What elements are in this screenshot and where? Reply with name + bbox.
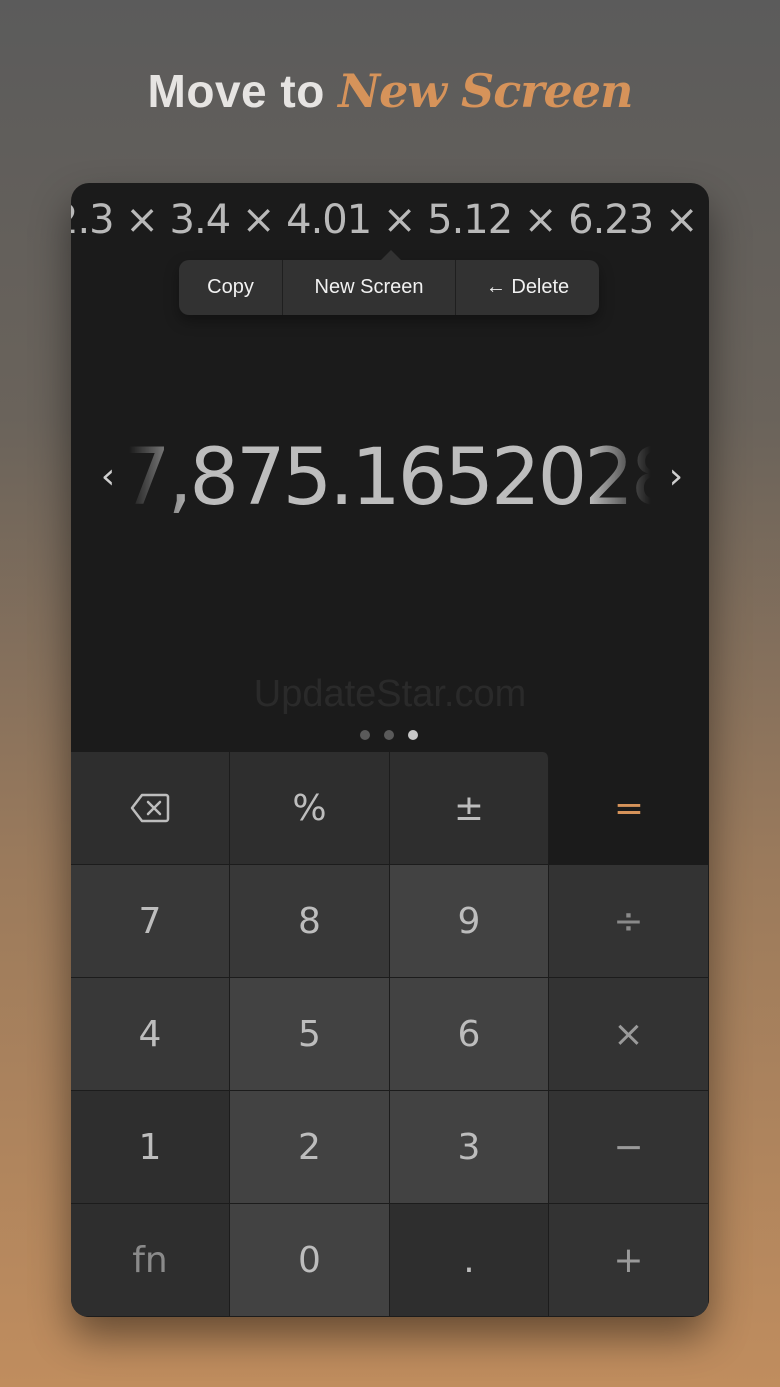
key-0[interactable]: 0 [230,1204,390,1317]
key-9[interactable]: 9 [390,865,549,978]
fn-button[interactable]: fn [71,1204,230,1317]
calculator-window: 2.3 × 3.4 × 4.01 × 5.12 × 6.23 × 7.123 ×… [71,183,709,1317]
key-3[interactable]: 3 [390,1091,549,1204]
key-5[interactable]: 5 [230,978,390,1091]
key-6[interactable]: 6 [390,978,549,1091]
chevron-right-icon[interactable]: › [661,455,691,499]
copy-menu-item[interactable]: Copy [179,260,283,315]
delete-menu-item[interactable]: ← Delete [456,260,599,315]
chevron-left-icon[interactable]: ‹ [93,455,123,499]
result-value: 7,875.1652028 [129,433,651,523]
key-8[interactable]: 8 [230,865,390,978]
minus-button[interactable]: − [549,1091,709,1204]
equals-button[interactable]: = [549,752,709,865]
key-7[interactable]: 7 [71,865,230,978]
tape-text: 2.3 × 3.4 × 4.01 × 5.12 × 6.23 × 7.123 × [71,197,709,243]
page-dot-2[interactable] [384,730,394,740]
page-headline: Move to New Screen [0,64,780,124]
plus-minus-button[interactable]: ± [390,752,549,865]
backspace-button[interactable] [71,752,230,865]
backspace-icon [130,793,170,823]
result-value-text: 7,875.1652028 [129,433,651,523]
watermark: UpdateStar.com [253,673,527,715]
keypad: % ± = 7 8 9 ÷ 4 5 6 × 1 2 3 − fn 0 . + [71,752,709,1317]
page-dot-1[interactable] [360,730,370,740]
key-4[interactable]: 4 [71,978,230,1091]
result-display: ‹ 7,875.1652028 › [71,433,709,523]
page-dot-3[interactable] [408,730,418,740]
decimal-button[interactable]: . [390,1204,549,1317]
page-indicator[interactable] [360,730,418,742]
percent-button[interactable]: % [230,752,390,865]
key-2[interactable]: 2 [230,1091,390,1204]
multiply-button[interactable]: × [549,978,709,1091]
context-menu: Copy New Screen ← Delete [179,250,599,315]
calculation-tape[interactable]: 2.3 × 3.4 × 4.01 × 5.12 × 6.23 × 7.123 × [71,197,709,247]
new-screen-menu-item[interactable]: New Screen [283,260,456,315]
plus-button[interactable]: + [549,1204,709,1317]
key-1[interactable]: 1 [71,1091,230,1204]
divide-button[interactable]: ÷ [549,865,709,978]
headline-accent: New Screen [338,64,633,118]
headline-prefix: Move to [147,65,325,117]
